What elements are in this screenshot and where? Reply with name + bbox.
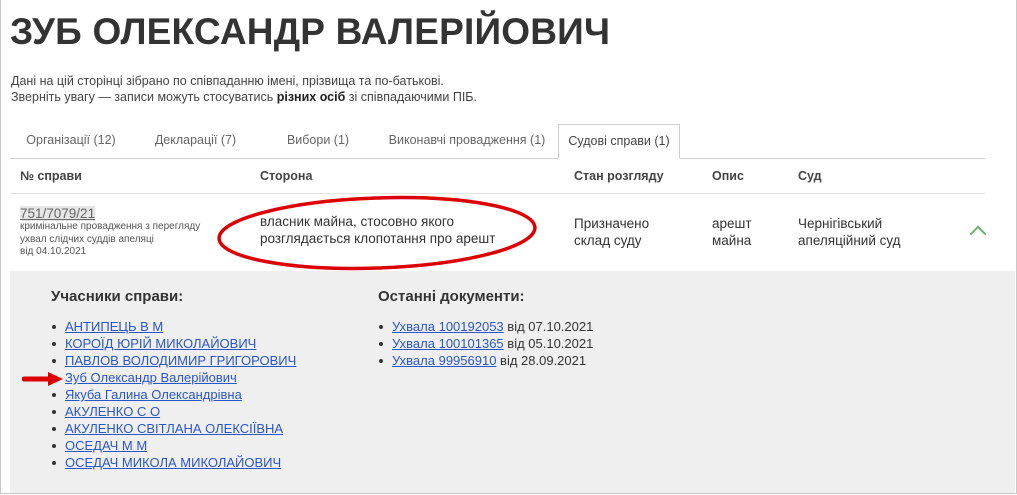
document-date: від 05.10.2021: [503, 336, 594, 351]
status-line-2: склад суду: [574, 233, 642, 248]
participant-link[interactable]: КОРОЇД ЮРІЙ МИКОЛАЙОВИЧ: [65, 336, 256, 351]
case-description: кримінальне провадження з перегляду ухва…: [20, 221, 220, 259]
participant-item: АНТИПЕЦЬ В М: [51, 318, 296, 335]
intro-line-2-end: зі співпадаючими ПІБ.: [345, 90, 477, 104]
participants-list: АНТИПЕЦЬ В М КОРОЇД ЮРІЙ МИКОЛАЙОВИЧ ПАВ…: [51, 318, 296, 471]
document-date: від 28.09.2021: [496, 353, 587, 368]
participant-item: ОСЕДАЧ МИКОЛА МИКОЛАЙОВИЧ: [51, 454, 296, 471]
header-case-number: № справи: [20, 169, 82, 183]
party-cell: власник майна, стосовно якого розглядаєт…: [260, 213, 495, 247]
intro-line-2: Зверніть увагу — записи можуть стосувати…: [11, 89, 477, 105]
header-party: Сторона: [260, 169, 313, 183]
document-link[interactable]: Ухвала 100192053: [392, 319, 504, 334]
participant-link[interactable]: ПАВЛОВ ВОЛОДИМИР ГРИГОРОВИЧ: [65, 353, 296, 368]
participant-item: Якуба Галина Олександрівна: [51, 386, 296, 403]
court-line-1: Чернігівський: [798, 216, 883, 231]
header-court: Суд: [798, 169, 822, 183]
participants-title: Учасники справи:: [51, 288, 184, 305]
table-row: 751/7079/21 кримінальне провадження з пе…: [10, 194, 987, 270]
documents-list: Ухвала 100192053 від 07.10.2021 Ухвала 1…: [378, 318, 593, 369]
header-status: Стан розгляду: [574, 169, 664, 183]
tab-court-cases[interactable]: Судові справи (1): [558, 124, 680, 159]
participant-link[interactable]: ОСЕДАЧ МИКОЛА МИКОЛАЙОВИЧ: [65, 455, 281, 470]
participant-item: АКУЛЕНКО СВІТЛАНА ОЛЕКСІЇВНА: [51, 420, 296, 437]
participant-link[interactable]: АНТИПЕЦЬ В М: [65, 319, 163, 334]
case-description-line-3: від 04.10.2021: [20, 246, 87, 257]
description-line-1: арешт: [712, 216, 752, 231]
participant-item: ОСЕДАЧ М М: [51, 437, 296, 454]
tabs-bar: Організації (12) Декларації (7) Вибори (…: [10, 124, 985, 159]
participant-link[interactable]: АКУЛЕНКО С О: [65, 404, 160, 419]
participant-link[interactable]: Якуба Галина Олександрівна: [65, 387, 242, 402]
case-details-panel: Учасники справи: АНТИПЕЦЬ В М КОРОЇД ЮРІ…: [10, 271, 1015, 493]
participant-item: АКУЛЕНКО С О: [51, 403, 296, 420]
chevron-up-icon[interactable]: [969, 225, 987, 243]
case-description-line-2: ухвал слідчих суддів апеляці: [20, 233, 154, 245]
intro-line-1: Дані на цій сторінці зібрано по співпада…: [11, 74, 444, 88]
intro-line-2-start: Зверніть увагу — записи можуть стосувати…: [11, 90, 277, 104]
table-header: № справи Сторона Стан розгляду Опис Суд: [10, 159, 985, 194]
tab-enforcement[interactable]: Виконавчі провадження (1): [377, 124, 557, 157]
description-cell: арешт майна: [712, 215, 752, 249]
header-description: Опис: [712, 169, 744, 183]
intro-line-2-bold: різних осіб: [276, 90, 346, 104]
tab-organizations[interactable]: Організації (12): [10, 124, 132, 157]
party-line-2: розглядається клопотання про арешт: [260, 231, 496, 246]
party-line-1: власник майна, стосовно якого: [260, 214, 455, 229]
description-line-2: майна: [712, 233, 752, 248]
status-line-1: Призначено: [574, 216, 650, 231]
participant-item: ПАВЛОВ ВОЛОДИМИР ГРИГОРОВИЧ: [51, 352, 296, 369]
status-cell: Призначено склад суду: [574, 215, 649, 249]
document-link[interactable]: Ухвала 99956910: [392, 353, 496, 368]
court-cell: Чернігівський апеляційний суд: [798, 215, 901, 249]
participant-item: КОРОЇД ЮРІЙ МИКОЛАЙОВИЧ: [51, 335, 296, 352]
intro-text: Дані на цій сторінці зібрано по співпада…: [11, 73, 477, 105]
document-item: Ухвала 100192053 від 07.10.2021: [378, 318, 593, 335]
red-arrow-icon: [22, 372, 63, 386]
case-description-line-1: кримінальне провадження з перегляду: [20, 221, 201, 232]
participant-link[interactable]: Зуб Олександр Валерійович: [65, 370, 237, 385]
document-item: Ухвала 99956910 від 28.09.2021: [378, 352, 593, 369]
participant-link[interactable]: ОСЕДАЧ М М: [65, 438, 147, 453]
case-number-link[interactable]: 751/7079/21: [20, 206, 96, 221]
tab-elections[interactable]: Вибори (1): [259, 124, 377, 157]
participant-link[interactable]: АКУЛЕНКО СВІТЛАНА ОЛЕКСІЇВНА: [65, 421, 283, 436]
page-title: ЗУБ ОЛЕКСАНДР ВАЛЕРІЙОВИЧ: [10, 11, 611, 52]
document-date: від 07.10.2021: [503, 319, 594, 334]
document-link[interactable]: Ухвала 100101365: [392, 336, 504, 351]
court-line-2: апеляційний суд: [798, 233, 901, 248]
document-item: Ухвала 100101365 від 05.10.2021: [378, 335, 593, 352]
tab-declarations[interactable]: Декларації (7): [132, 124, 259, 157]
participant-item: Зуб Олександр Валерійович: [51, 369, 296, 386]
documents-title: Останні документи:: [378, 288, 525, 305]
